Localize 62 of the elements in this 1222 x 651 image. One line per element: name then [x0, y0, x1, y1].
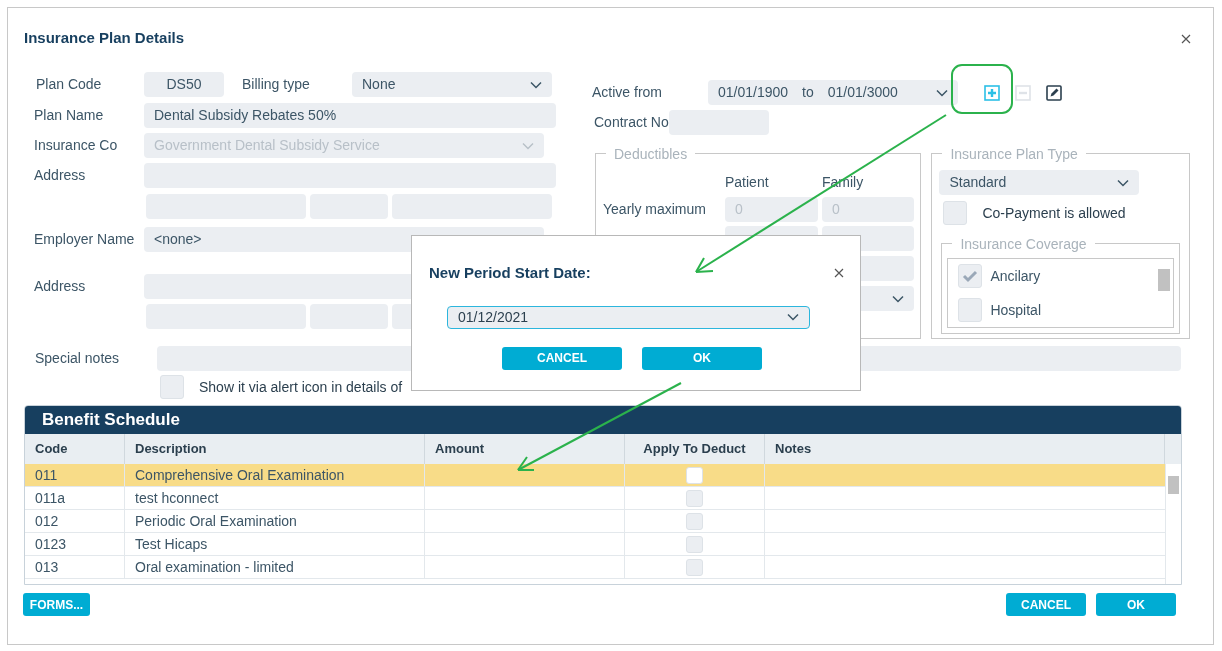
edit-icon[interactable]: [1046, 84, 1062, 101]
table-row[interactable]: 011 Comprehensive Oral Examination: [25, 464, 1165, 487]
dropdown[interactable]: None: [352, 72, 552, 97]
chevron-icon: [936, 88, 948, 97]
field-label: Active from: [591, 83, 663, 102]
table-cell: 012: [25, 510, 125, 532]
field-label: Plan Code: [35, 75, 103, 94]
input-field[interactable]: DS50: [144, 72, 224, 97]
table-cell: Test Hicaps: [125, 533, 425, 555]
table-cell: 0123: [25, 533, 125, 555]
field-label: Special notes: [35, 349, 121, 368]
scrollbar[interactable]: [1165, 464, 1181, 584]
chevron-icon: [892, 294, 904, 303]
table-title: Benefit Schedule: [42, 409, 180, 432]
chevron-icon: [787, 313, 799, 321]
dialog-title: Insurance Plan Details: [24, 28, 185, 49]
field-label: Insurance Co: [34, 136, 119, 155]
date-range-dropdown[interactable]: 01/01/1900 to 01/01/3000: [708, 80, 958, 105]
checkbox[interactable]: [686, 558, 703, 576]
checkbox[interactable]: [686, 489, 703, 507]
field-label: Address: [34, 166, 87, 185]
table-row[interactable]: 011a test hconnect: [25, 487, 1165, 510]
dropdown[interactable]: Standard: [939, 170, 1140, 195]
checkbox[interactable]: [160, 375, 184, 399]
table-cell: Periodic Oral Examination: [125, 510, 425, 532]
table-cell: test hconnect: [125, 487, 425, 509]
table-cell: 011: [25, 464, 125, 486]
field-label: Contract No: [593, 113, 669, 132]
input-field[interactable]: Dental Subsidy Rebates 50%: [144, 103, 556, 128]
checkbox-label: Ancilary: [990, 266, 1041, 286]
checkbox[interactable]: [686, 466, 703, 484]
checkbox[interactable]: [686, 535, 703, 553]
table-cell: Comprehensive Oral Examination: [125, 464, 425, 486]
field-label: Yearly maximum: [603, 200, 707, 219]
field-label: Employer Name: [34, 230, 136, 249]
date-dropdown[interactable]: 01/12/2021: [447, 305, 810, 329]
close-icon[interactable]: [1181, 33, 1191, 44]
highlight-frame: [951, 64, 1013, 114]
chevron-icon: [1117, 178, 1130, 187]
chevron-icon: [522, 141, 534, 150]
column-label: Patient: [725, 173, 770, 192]
checkbox-label: Hospital: [990, 300, 1042, 320]
checkbox[interactable]: [958, 264, 983, 288]
close-icon[interactable]: [834, 268, 844, 279]
table-row[interactable]: 013 Oral examination - limited: [25, 556, 1165, 579]
checkbox-label: Show it via alert icon in details of: [199, 377, 403, 397]
table-cell: 011a: [25, 487, 125, 509]
table-cell: 013: [25, 556, 125, 578]
check-icon: [962, 268, 979, 284]
field-label: Billing type: [242, 75, 311, 94]
table-cell: Oral examination - limited: [125, 556, 425, 578]
table-row[interactable]: 0123 Test Hicaps: [25, 533, 1165, 556]
add-icon[interactable]: [984, 84, 1000, 101]
checkbox[interactable]: [686, 512, 703, 530]
checkbox[interactable]: [958, 298, 983, 322]
table-row[interactable]: 012 Periodic Oral Examination: [25, 510, 1165, 533]
modal-title: New Period Start Date:: [429, 263, 591, 283]
checkbox[interactable]: [943, 201, 968, 225]
field-label: Address: [34, 277, 87, 296]
chevron-icon: [530, 80, 542, 89]
field-label: Plan Name: [34, 106, 105, 125]
checkbox-label: Co-Payment is allowed: [982, 203, 1126, 223]
